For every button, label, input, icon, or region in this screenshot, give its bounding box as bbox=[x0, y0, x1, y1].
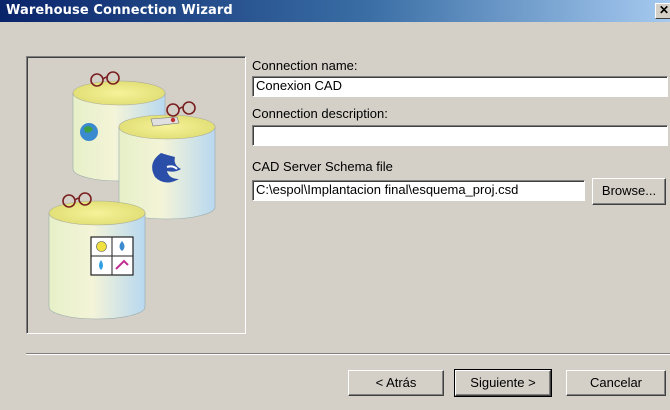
connection-name-field[interactable]: Conexion CAD bbox=[252, 76, 668, 97]
cancel-button[interactable]: Cancelar bbox=[566, 370, 666, 396]
connection-description-label: Connection description: bbox=[252, 106, 388, 121]
schema-file-label: CAD Server Schema file bbox=[252, 159, 393, 174]
next-button[interactable]: Siguiente > bbox=[454, 369, 552, 397]
middle-database-icon bbox=[118, 101, 216, 220]
button-separator bbox=[26, 353, 670, 355]
back-button[interactable]: < Atrás bbox=[348, 370, 444, 396]
schema-file-field[interactable]: C:\espol\Implantacion final\esquema_proj… bbox=[252, 180, 585, 201]
wizard-illustration-panel bbox=[26, 56, 246, 334]
front-database-icon bbox=[48, 192, 146, 320]
connection-description-field[interactable] bbox=[252, 125, 668, 146]
title-bar: Warehouse Connection Wizard ✕ bbox=[0, 0, 670, 22]
connection-name-label: Connection name: bbox=[252, 58, 358, 73]
window-title: Warehouse Connection Wizard bbox=[6, 3, 233, 18]
browse-button[interactable]: Browse... bbox=[592, 178, 666, 205]
database-cylinders-illustration bbox=[48, 71, 216, 320]
close-icon[interactable]: ✕ bbox=[655, 3, 670, 19]
